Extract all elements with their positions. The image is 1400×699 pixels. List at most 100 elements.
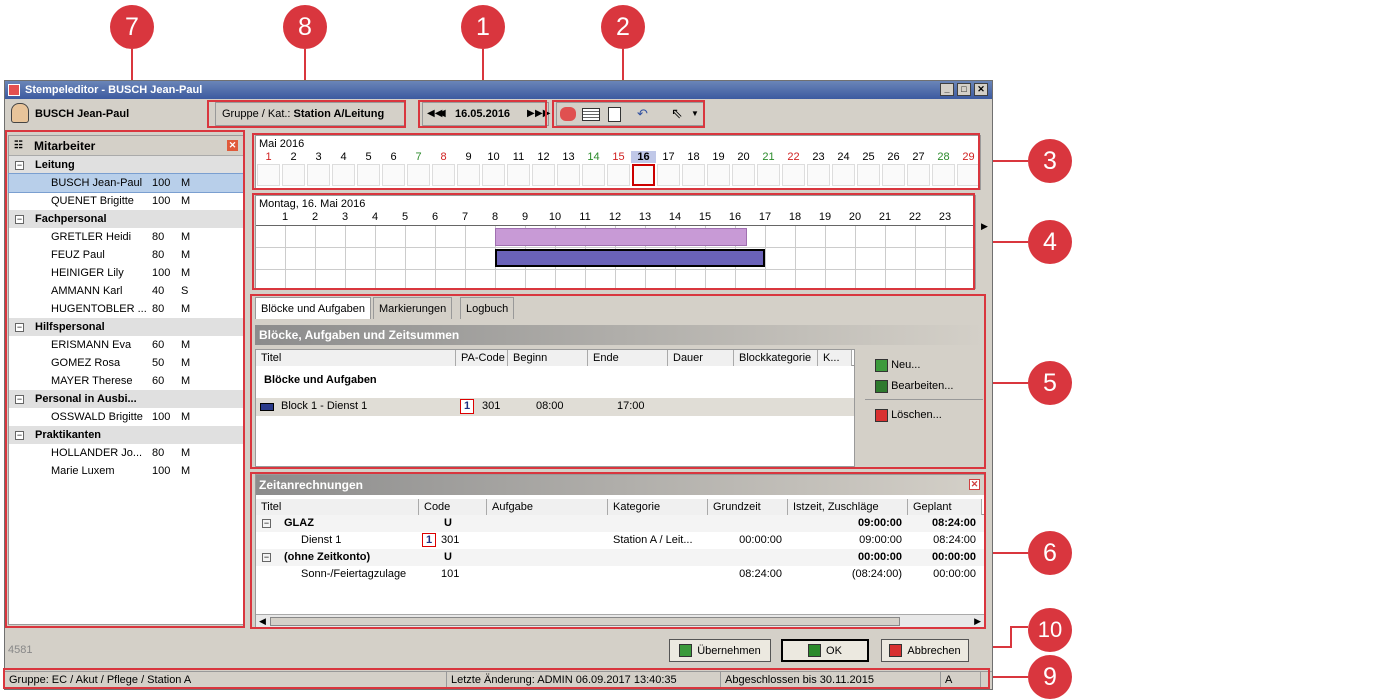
calendar-day-number[interactable]: 6 [381,151,406,163]
blocks-column-header[interactable]: Blockkategorie [734,350,818,366]
last-day-icon[interactable]: ▶▶ [535,103,550,125]
new-action[interactable]: Neu... [875,357,920,373]
calendar-day-cell[interactable] [732,164,755,186]
blocks-column-header[interactable]: K... [818,350,852,366]
calendar-day-number[interactable]: 28 [931,151,956,163]
calendar-day-cell[interactable] [657,164,680,186]
maximize-button[interactable]: □ [957,83,971,96]
employee-row[interactable]: HUGENTOBLER ... 80 M [9,300,243,318]
cancel-button[interactable]: Abbrechen [881,639,969,662]
next-day-icon[interactable]: ▶ [527,103,535,125]
blocks-column-header[interactable]: Beginn [508,350,588,366]
calendar-day-cell[interactable] [557,164,580,186]
calendar-day-cell[interactable] [607,164,630,186]
minimize-button[interactable]: _ [940,83,954,96]
calendar-day-cell[interactable] [632,164,655,186]
employee-row[interactable]: BUSCH Jean-Paul 100 M [8,173,244,193]
employee-group[interactable]: − Praktikanten [9,426,243,444]
calendar-day-number[interactable]: 29 [956,151,981,163]
blocks-column-header[interactable]: PA-Code [456,350,508,366]
calendar-day-number[interactable]: 26 [881,151,906,163]
employee-group[interactable]: − Personal in Ausbi... [9,390,243,408]
calendar-day-number[interactable]: 11 [506,151,531,163]
employee-group[interactable]: − Hilfspersonal [9,318,243,336]
calendar-day-number[interactable]: 3 [306,151,331,163]
time-calc-column-header[interactable]: Aufgabe [487,499,608,515]
calendar-day-number[interactable]: 27 [906,151,931,163]
employee-row[interactable]: OSSWALD Brigitte 100 M [9,408,243,426]
calendar-day-cell[interactable] [282,164,305,186]
time-calc-column-header[interactable]: Geplant [908,499,982,515]
calendar-day-number[interactable]: 15 [606,151,631,163]
employee-row[interactable]: AMMANN Karl 40 S [9,282,243,300]
collapse-icon[interactable]: − [15,215,24,224]
calendar-day-cell[interactable] [532,164,555,186]
calendar-day-cell[interactable] [707,164,730,186]
employee-row[interactable]: ERISMANN Eva 60 M [9,336,243,354]
calendar-day-number[interactable]: 1 [256,151,281,163]
employee-row[interactable]: GOMEZ Rosa 50 M [9,354,243,372]
time-calc-row[interactable]: 1 Dienst 1 301 Station A / Leit... 00:00:00 0… [256,532,984,549]
calendar-day-number[interactable]: 21 [756,151,781,163]
prev-day-icon[interactable]: ◀ [438,103,446,125]
tab-logbuch[interactable]: Logbuch [460,297,515,319]
undo-icon[interactable]: ↶ [637,106,648,122]
delete-action[interactable]: Löschen... [875,407,942,423]
calendar-day-cell[interactable] [807,164,830,186]
team-icon[interactable] [560,107,576,121]
ok-button[interactable]: OK [781,639,869,662]
calendar-day-number[interactable]: 17 [656,151,681,163]
calendar-day-cell[interactable] [257,164,280,186]
calendar-day-number[interactable]: 19 [706,151,731,163]
planned-shift-bar[interactable] [495,228,747,246]
employee-row[interactable]: QUENET Brigitte 100 M [9,192,243,210]
scroll-right-icon[interactable]: ▶ [974,616,981,627]
time-calc-row[interactable]: − GLAZ U 09:00:00 08:24:00 [256,515,984,532]
apply-button[interactable]: Übernehmen [669,639,771,662]
close-button[interactable]: ✕ [974,83,988,96]
pointer-icon[interactable]: ⇖ [671,105,683,122]
calendar-day-number[interactable]: 18 [681,151,706,163]
calendar-day-cell[interactable] [357,164,380,186]
calendar-day-number[interactable]: 5 [356,151,381,163]
employee-row[interactable]: FEUZ Paul 80 M [9,246,243,264]
calendar-day-number[interactable]: 7 [406,151,431,163]
employee-group[interactable]: − Fachpersonal [9,210,243,228]
time-calc-column-header[interactable]: Grundzeit [708,499,788,515]
collapse-icon[interactable]: − [15,395,24,404]
calc-icon[interactable] [608,107,621,122]
close-panel-icon[interactable]: ✕ [227,140,238,151]
time-calc-row[interactable]: Sonn-/Feiertagzulage 101 08:24:00 (08:24:00… [256,566,984,583]
tab-bloecke[interactable]: Blöcke und Aufgaben [255,297,371,319]
employee-row[interactable]: GRETLER Heidi 80 M [9,228,243,246]
calendar-day-cell[interactable] [882,164,905,186]
calendar-day-number[interactable]: 13 [556,151,581,163]
employee-row[interactable]: MAYER Therese 60 M [9,372,243,390]
calendar-day-cell[interactable] [782,164,805,186]
calendar-day-cell[interactable] [832,164,855,186]
pointer-dropdown-icon[interactable]: ▼ [691,109,699,118]
blocks-column-header[interactable]: Ende [588,350,668,366]
calendar-day-cell[interactable] [457,164,480,186]
calendar-day-number[interactable]: 9 [456,151,481,163]
employee-row[interactable]: HEINIGER Lily 100 M [9,264,243,282]
collapse-icon[interactable]: − [15,431,24,440]
block-row[interactable]: Block 1 - Dienst 1 1 301 08:00 17:00 [256,398,854,416]
calendar-day-cell[interactable] [757,164,780,186]
list-view-icon[interactable] [582,108,600,121]
calendar-day-number[interactable]: 16 [631,151,656,163]
calendar-day-number[interactable]: 24 [831,151,856,163]
time-calc-close-icon[interactable]: ✕ [969,479,980,490]
calendar-day-cell[interactable] [957,164,980,186]
tab-markierungen[interactable]: Markierungen [373,297,453,319]
collapse-icon[interactable]: − [15,161,24,170]
time-calc-row[interactable]: − (ohne Zeitkonto) U 00:00:00 00:00:00 [256,549,984,566]
calendar-day-number[interactable]: 10 [481,151,506,163]
edit-action[interactable]: Bearbeiten... [875,378,953,394]
calendar-day-number[interactable]: 12 [531,151,556,163]
calendar-day-number[interactable]: 22 [781,151,806,163]
calendar-day-cell[interactable] [857,164,880,186]
calendar-day-cell[interactable] [307,164,330,186]
calendar-day-number[interactable]: 4 [331,151,356,163]
calendar-day-number[interactable]: 2 [281,151,306,163]
